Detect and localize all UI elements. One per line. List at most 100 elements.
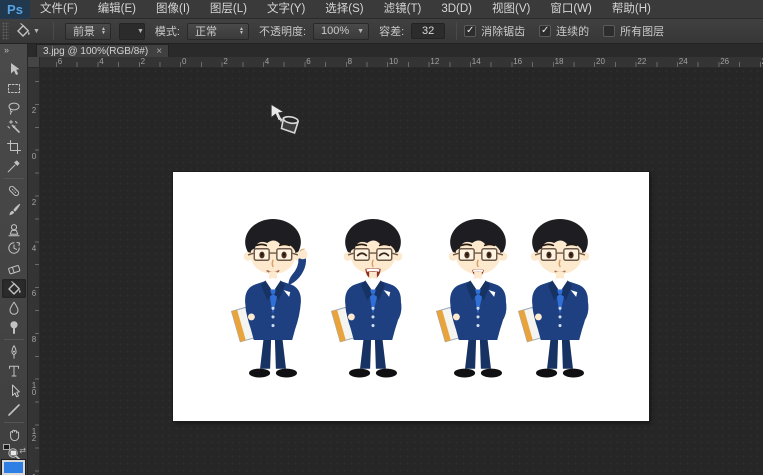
- menu-item-10[interactable]: 帮助(H): [602, 0, 661, 19]
- pasteboard[interactable]: [40, 68, 763, 475]
- opacity-value: 100%: [321, 25, 349, 37]
- paint-bucket-tool-icon: [6, 280, 22, 296]
- hand-tool-icon: [6, 427, 22, 443]
- opacity-select[interactable]: 100% ▼: [313, 23, 369, 40]
- ruler-label: 4: [29, 245, 39, 252]
- path-selection-tool[interactable]: [2, 381, 26, 401]
- menu-item-5[interactable]: 选择(S): [315, 0, 373, 19]
- dodge-tool-icon: [6, 319, 22, 335]
- vertical-ruler[interactable]: 42024681 01 21 4: [28, 68, 40, 475]
- pattern-swatch-well[interactable]: ▼: [119, 23, 145, 40]
- default-background-chip: [10, 450, 17, 456]
- businessman-laughing: [325, 215, 421, 395]
- mode-value: 正常: [195, 23, 217, 39]
- ruler-label: 2: [29, 199, 39, 206]
- menu-item-3[interactable]: 图层(L): [200, 0, 257, 19]
- rectangular-marquee-tool[interactable]: [2, 79, 26, 99]
- blur-tool[interactable]: [2, 298, 26, 318]
- clone-stamp-tool[interactable]: [2, 220, 26, 240]
- eyedropper-tool-icon: [6, 158, 22, 174]
- pen-tool[interactable]: [2, 342, 26, 362]
- menu-item-6[interactable]: 滤镜(T): [374, 0, 432, 19]
- ruler-label: 10: [389, 57, 398, 66]
- line-tool[interactable]: [2, 401, 26, 421]
- tolerance-label: 容差:: [379, 23, 404, 39]
- chevron-down-icon: ▼: [137, 28, 144, 35]
- spot-healing-brush-tool[interactable]: [2, 181, 26, 201]
- move-tool-icon: [6, 61, 22, 77]
- menu-item-0[interactable]: 文件(F): [30, 0, 88, 19]
- ruler-corner[interactable]: [28, 57, 40, 68]
- history-brush-tool[interactable]: [2, 240, 26, 260]
- menu-item-1[interactable]: 编辑(E): [88, 0, 146, 19]
- checkbox-1[interactable]: ✓ 连续的: [539, 23, 589, 39]
- hand-tool[interactable]: [2, 425, 26, 445]
- line-tool-icon: [6, 402, 22, 418]
- tolerance-input[interactable]: [411, 23, 445, 39]
- checkbox-box-icon[interactable]: [603, 25, 615, 37]
- lasso-tool[interactable]: [2, 98, 26, 118]
- ruler-label: 2: [29, 107, 39, 114]
- checkbox-box-icon[interactable]: ✓: [539, 25, 551, 37]
- ruler-label: 6: [29, 290, 39, 297]
- tools-panel-collapse-button[interactable]: »: [0, 44, 27, 59]
- chevron-down-icon: ▼: [357, 28, 364, 35]
- spot-healing-brush-tool-icon: [6, 183, 22, 199]
- checkbox-label: 连续的: [556, 23, 589, 39]
- fill-source-value: 前景: [73, 23, 95, 39]
- horizontal-ruler[interactable]: 6420246810121416182022242628: [40, 57, 763, 68]
- document-tab[interactable]: 3.jpg @ 100%(RGB/8#) ×: [36, 44, 169, 57]
- ruler-label: 0: [29, 153, 39, 160]
- businessman-smiling: [512, 215, 608, 395]
- document-tab-title: 3.jpg @ 100%(RGB/8#): [43, 46, 148, 57]
- clone-stamp-tool-icon: [6, 222, 22, 238]
- type-tool[interactable]: [2, 362, 26, 382]
- document-area: 3.jpg @ 100%(RGB/8#) × 64202468101214161…: [28, 44, 763, 475]
- brush-tool[interactable]: [2, 201, 26, 221]
- checkbox-2[interactable]: 所有图层: [603, 23, 664, 39]
- ruler-label: 2: [141, 57, 145, 66]
- tools-panel: » ⇄: [0, 44, 28, 475]
- default-colors-icon[interactable]: [3, 444, 17, 456]
- ruler-label: 4: [265, 57, 269, 66]
- swap-colors-icon[interactable]: ⇄: [19, 446, 26, 455]
- options-bar-grip[interactable]: [2, 22, 9, 40]
- tool-column: [0, 59, 27, 464]
- document-tab-bar: 3.jpg @ 100%(RGB/8#) ×: [28, 44, 763, 57]
- foreground-color-swatch[interactable]: [2, 460, 25, 475]
- businessman-waving: [225, 215, 321, 395]
- pen-tool-icon: [6, 344, 22, 360]
- checkbox-box-icon[interactable]: ✓: [464, 25, 476, 37]
- magic-wand-tool[interactable]: [2, 118, 26, 138]
- ruler-label: 26: [720, 57, 729, 66]
- lasso-tool-icon: [6, 100, 22, 116]
- tools-divider: [4, 422, 24, 423]
- options-bar: ▼ 前景 ▲▼ ▼ 模式: 正常 ▲▼ 不透明度: 100% ▼ 容差: ✓消除…: [0, 19, 763, 44]
- menu-item-2[interactable]: 图像(I): [146, 0, 200, 19]
- default-foreground-chip: [3, 444, 10, 450]
- mode-label: 模式:: [155, 23, 180, 39]
- menu-item-7[interactable]: 3D(D): [431, 0, 482, 19]
- menu-item-4[interactable]: 文字(Y): [257, 0, 315, 19]
- menu-item-9[interactable]: 窗口(W): [540, 0, 602, 19]
- menu-item-8[interactable]: 视图(V): [482, 0, 540, 19]
- eraser-tool[interactable]: [2, 259, 26, 279]
- tools-divider: [4, 178, 24, 179]
- rectangular-marquee-tool-icon: [6, 80, 22, 96]
- mode-select[interactable]: 正常 ▲▼: [187, 23, 249, 40]
- paint-bucket-tool[interactable]: [2, 279, 26, 299]
- tool-preset-picker[interactable]: ▼: [15, 22, 40, 41]
- menu-items: 文件(F)编辑(E)图像(I)图层(L)文字(Y)选择(S)滤镜(T)3D(D)…: [30, 0, 661, 19]
- ruler-label: 0: [182, 57, 186, 66]
- fill-source-select[interactable]: 前景 ▲▼: [65, 23, 111, 40]
- spinner-arrows-icon: ▲▼: [101, 27, 106, 35]
- close-icon[interactable]: ×: [156, 46, 162, 57]
- checkbox-label: 所有图层: [620, 23, 664, 39]
- move-tool[interactable]: [2, 59, 26, 79]
- image-canvas[interactable]: [173, 172, 649, 421]
- dodge-tool[interactable]: [2, 318, 26, 338]
- brush-tool-icon: [6, 202, 22, 218]
- checkbox-0[interactable]: ✓消除锯齿: [464, 23, 525, 39]
- crop-tool[interactable]: [2, 137, 26, 157]
- eyedropper-tool[interactable]: [2, 157, 26, 177]
